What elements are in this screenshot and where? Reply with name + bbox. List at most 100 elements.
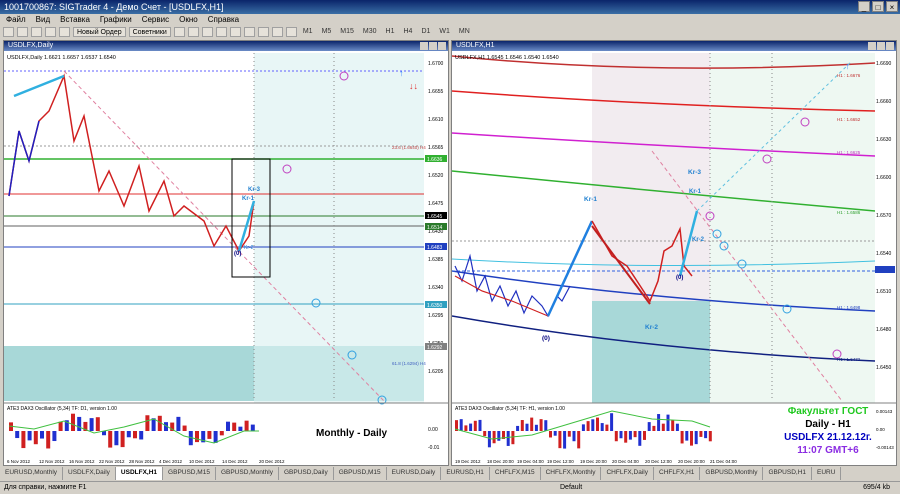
chart-tab[interactable]: GBPUSD,Daily (279, 467, 334, 480)
terminal-icon[interactable] (59, 27, 70, 37)
menu-insert[interactable]: Вставка (60, 14, 90, 26)
oscillator-bar (704, 431, 708, 439)
oscillator-bar (619, 431, 623, 439)
crosshair-icon[interactable] (257, 27, 269, 37)
info-faculty: Факультет ГОСТ (787, 406, 869, 417)
window-close-icon[interactable] (886, 42, 894, 50)
profiles-icon[interactable] (17, 27, 28, 37)
oscillator-bar (516, 425, 520, 431)
date-tick: 19 Dec 12:00 (547, 459, 574, 464)
menu-view[interactable]: Вид (36, 14, 50, 26)
level-tag-text: 1.6636 (427, 157, 443, 163)
zoom-out-icon[interactable] (229, 27, 241, 37)
oscillator-bars (9, 413, 255, 449)
chart-tab[interactable]: EURUSD,Monthly (0, 467, 64, 480)
new-order-button[interactable]: Новый Ордер (73, 27, 126, 37)
oscillator-bar (610, 413, 614, 431)
oscillator-bar (680, 431, 684, 444)
oscillator-bar (652, 425, 656, 431)
wave-label-kr2: Kr-2 (244, 245, 254, 251)
trendline-icon[interactable] (271, 27, 283, 37)
oscillator-bar (530, 417, 534, 431)
oscillator-bar (511, 431, 515, 445)
maximize-icon[interactable]: □ (872, 1, 884, 12)
chart-tab[interactable]: GBPUSD,Monthly (700, 467, 764, 480)
oscillator-bar (539, 419, 543, 431)
chart-tab[interactable]: CHFLFX,H1 (654, 467, 701, 480)
chart-tab[interactable]: GBPUSD,H1 (763, 467, 813, 480)
menu-file[interactable]: Файл (6, 14, 26, 26)
chart-tab[interactable]: GBPUSD,M15 (334, 467, 387, 480)
window-maximize-icon[interactable] (429, 42, 437, 50)
timeframe-m1[interactable]: M1 (300, 27, 316, 37)
menu-charts[interactable]: Графики (100, 14, 132, 26)
h1-price-plot[interactable]: ↑ USDLFX,H1 1.6545 1.6546 1.6540 1.6540 … (452, 51, 896, 465)
chart-tab[interactable]: CHFLFX,Monthly (541, 467, 602, 480)
text-tool-icon[interactable] (285, 27, 297, 37)
market-watch-icon[interactable] (31, 27, 42, 37)
oscillator-bar (77, 416, 82, 431)
chart-tab[interactable]: EURUSD,Daily (387, 467, 442, 480)
window-minimize-icon[interactable] (420, 42, 428, 50)
price-tick: 1.6565 (428, 145, 444, 151)
oscillator-bar (95, 417, 100, 431)
chart-tab[interactable]: EURU (812, 467, 842, 480)
price-tick: 1.6340 (428, 285, 444, 291)
candle-chart-icon[interactable] (187, 27, 199, 37)
menu-window[interactable]: Окно (179, 14, 198, 26)
daily-price-plot[interactable]: ↑ ↓↓ USDLFX,Daily 1.6621 1.6657 1.6537 1… (4, 51, 448, 465)
info-symbol-date: USDLFX 21.12.12г. (784, 432, 872, 443)
date-tick: 6 Nov 2012 (7, 459, 31, 464)
date-tick: 16 Nov 2012 (69, 459, 95, 464)
timeframe-m5[interactable]: M5 (319, 27, 335, 37)
window-minimize-icon[interactable] (868, 42, 876, 50)
timeframe-h4[interactable]: H4 (401, 27, 416, 37)
chart-window-daily[interactable]: USDLFX,Daily ↑ ↓↓ USDLFX,Daily 1.6621 1.… (3, 40, 449, 466)
timeframe-m30[interactable]: M30 (360, 27, 380, 37)
wave-label-zero: (0) (676, 275, 683, 281)
window-maximize-icon[interactable] (877, 42, 885, 50)
oscillator-bar (469, 423, 473, 431)
oscillator-bar (558, 431, 562, 449)
chart-tab[interactable]: USDLFX,Daily (63, 467, 116, 480)
chart-tab[interactable]: EURUSD,H1 (441, 467, 490, 480)
navigator-icon[interactable] (45, 27, 56, 37)
menu-tools[interactable]: Сервис (142, 14, 169, 26)
minimize-icon[interactable]: _ (858, 1, 870, 12)
oscillator-bar (506, 431, 510, 446)
window-close-icon[interactable] (438, 42, 446, 50)
wave-label-kr3: Kr-3 (688, 169, 701, 176)
timeframe-h1[interactable]: H1 (383, 27, 398, 37)
oscillator-bar (520, 420, 524, 431)
oscillator-bar (549, 431, 552, 438)
zoom-in-icon[interactable] (215, 27, 227, 37)
cursor-icon[interactable] (243, 27, 255, 37)
timeframe-m15[interactable]: M15 (337, 27, 357, 37)
chart-tab[interactable]: CHFLFX,M15 (490, 467, 541, 480)
timeframe-d1[interactable]: D1 (418, 27, 433, 37)
chart-window-h1[interactable]: USDLFX,H1 ↑ USDLFX,H1 1.6545 1.6546 1.65… (451, 40, 897, 466)
timeframe-mn[interactable]: MN (456, 27, 473, 37)
bar-chart-icon[interactable] (173, 27, 185, 37)
chart-window-title[interactable]: USDLFX,Daily (4, 41, 448, 51)
oscillator-bar (464, 425, 468, 431)
chart-window-title[interactable]: USDLFX,H1 (452, 41, 896, 51)
line-chart-icon[interactable] (201, 27, 213, 37)
close-icon[interactable]: × (886, 1, 898, 12)
price-axis: 1.6690 1.6660 1.6630 1.6600 1.6570 1.654… (876, 61, 892, 371)
chart-tab[interactable]: CHFLFX,Daily (601, 467, 655, 480)
chart-tab[interactable]: USDLFX,H1 (115, 467, 164, 480)
date-tick: 22 Nov 2012 (99, 459, 125, 464)
oscillator-bar (525, 423, 529, 431)
oscillator-bar (71, 413, 75, 431)
oscillator-bar (694, 431, 698, 445)
level-tag-text: 1.6514 (427, 225, 443, 231)
expert-advisors-button[interactable]: Советники (128, 27, 171, 37)
chart-tab[interactable]: GBPUSD,M15 (163, 467, 216, 480)
timeframe-w1[interactable]: W1 (436, 27, 453, 37)
date-tick: 20 Dec 04:00 (612, 459, 639, 464)
chart-tab[interactable]: GBPUSD,Monthly (216, 467, 279, 480)
price-tick: 1.6610 (428, 117, 444, 123)
menu-help[interactable]: Справка (208, 14, 239, 26)
new-chart-icon[interactable] (3, 27, 14, 37)
